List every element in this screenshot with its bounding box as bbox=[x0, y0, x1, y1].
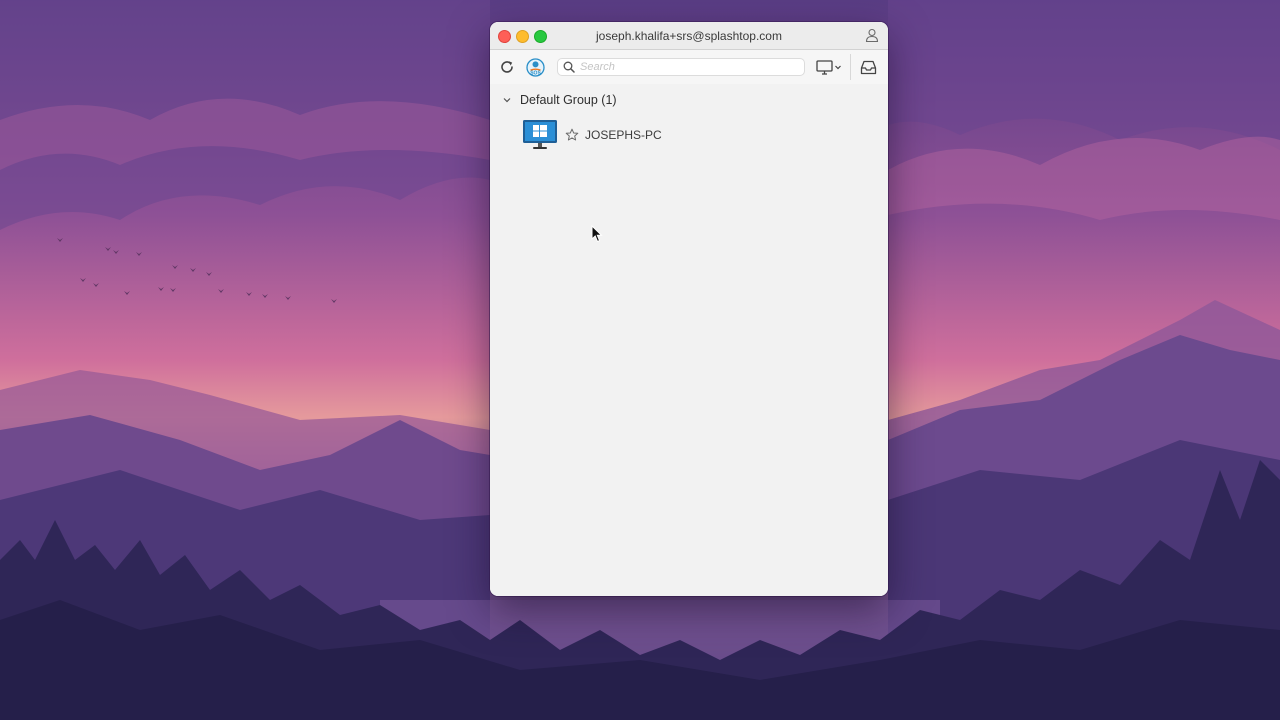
chevron-down-icon bbox=[835, 65, 841, 70]
mouse-pointer-icon bbox=[591, 225, 603, 243]
window-title: joseph.khalifa+srs@splashtop.com bbox=[596, 29, 782, 43]
monitor-view-icon bbox=[816, 60, 841, 75]
sos-button[interactable]: SOS bbox=[525, 57, 545, 77]
windows-monitor-icon bbox=[523, 120, 557, 149]
search-icon bbox=[563, 61, 575, 73]
search-field[interactable] bbox=[557, 58, 805, 76]
toolbar: SOS bbox=[490, 50, 888, 84]
toolbar-divider bbox=[850, 54, 851, 80]
device-row-josephs-pc[interactable]: JOSEPHS-PC bbox=[522, 118, 862, 152]
title-bar[interactable]: joseph.khalifa+srs@splashtop.com bbox=[490, 22, 888, 50]
refresh-button[interactable] bbox=[498, 58, 516, 76]
favorite-star-icon[interactable] bbox=[565, 128, 579, 142]
device-name: JOSEPHS-PC bbox=[585, 128, 662, 142]
chevron-down-icon[interactable] bbox=[502, 95, 512, 105]
inbox-button[interactable] bbox=[858, 57, 878, 77]
sos-icon-label: SOS bbox=[530, 70, 541, 76]
inbox-icon bbox=[860, 60, 876, 74]
search-input[interactable] bbox=[580, 60, 798, 74]
user-account-icon[interactable] bbox=[864, 27, 880, 43]
view-mode-dropdown[interactable] bbox=[814, 58, 844, 76]
group-header-default[interactable]: Default Group (1) bbox=[502, 92, 617, 108]
refresh-icon bbox=[501, 61, 513, 73]
device-list: Default Group (1) JOSEPHS-PC bbox=[490, 84, 888, 596]
splashtop-app-window: joseph.khalifa+srs@splashtop.com SOS Sea… bbox=[490, 22, 888, 596]
sos-icon: SOS bbox=[525, 57, 545, 77]
group-label: Default Group (1) bbox=[520, 93, 617, 107]
